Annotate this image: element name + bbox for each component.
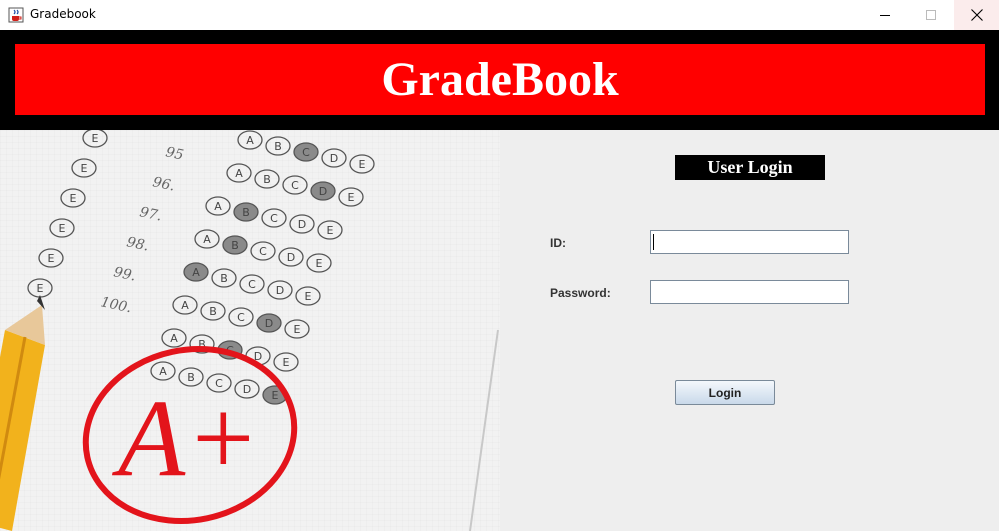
window-titlebar: Gradebook [0,0,999,30]
answer-bubble: D [310,181,336,201]
id-input[interactable] [650,230,849,254]
svg-text:D: D [298,218,306,231]
svg-text:E: E [305,290,312,303]
answer-sheet-image: ABCDEABCDEABCDEABCDEABCDEABCDEABCDEABCDE… [0,130,500,531]
minimize-button[interactable] [862,0,908,30]
password-input[interactable] [650,280,849,304]
svg-text:E: E [48,252,55,265]
login-panel: User Login ID: Password: Login [500,130,999,531]
svg-text:E: E [294,323,301,336]
svg-text:B: B [263,173,271,186]
svg-text:E: E [359,158,366,171]
svg-text:E: E [348,191,355,204]
svg-text:A: A [170,332,178,345]
svg-text:E: E [272,389,279,402]
svg-text:D: D [330,152,338,165]
app-icon[interactable] [8,7,24,23]
answer-bubble: D [256,313,282,333]
svg-text:D: D [319,185,327,198]
svg-text:A: A [246,134,254,147]
header: GradeBook [0,30,999,130]
svg-text:C: C [270,212,278,225]
app-heading: GradeBook [381,52,619,106]
svg-text:C: C [291,179,299,192]
text-caret [653,234,654,250]
grade-text: A+ [111,377,259,499]
window-title: Gradebook [30,7,96,21]
svg-text:D: D [287,251,295,264]
svg-text:E: E [81,162,88,175]
close-icon [971,9,983,21]
svg-text:B: B [274,140,282,153]
svg-text:A: A [192,266,200,279]
svg-text:B: B [209,305,217,318]
svg-text:A: A [203,233,211,246]
svg-text:E: E [92,132,99,145]
svg-text:C: C [248,278,256,291]
svg-text:C: C [259,245,267,258]
close-button[interactable] [954,0,999,30]
id-label: ID: [550,236,566,250]
minimize-icon [880,15,890,16]
svg-text:E: E [327,224,334,237]
login-button[interactable]: Login [675,380,775,405]
svg-text:C: C [237,311,245,324]
answer-sheet-illustration: A B C D EA B C D EA B C D EA B C D EA B C D EA B C D EA B C D EA B C D E… [0,130,500,531]
svg-text:D: D [276,284,284,297]
svg-text:E: E [70,192,77,205]
svg-text:E: E [283,356,290,369]
password-label: Password: [550,286,611,300]
answer-bubble: C [293,142,319,162]
svg-text:E: E [37,282,44,295]
svg-text:E: E [59,222,66,235]
title-banner: GradeBook [15,44,985,115]
svg-text:C: C [302,146,310,159]
svg-text:B: B [231,239,239,252]
svg-text:A: A [181,299,189,312]
maximize-button[interactable] [908,0,954,30]
svg-text:E: E [316,257,323,270]
svg-text:B: B [242,206,250,219]
maximize-icon [926,10,936,20]
login-heading: User Login [675,155,825,180]
answer-bubble: A [183,262,209,282]
answer-bubble: B [222,235,248,255]
answer-bubble: B [233,202,259,222]
svg-text:A: A [214,200,222,213]
svg-text:D: D [265,317,273,330]
svg-text:A: A [235,167,243,180]
svg-text:B: B [220,272,228,285]
